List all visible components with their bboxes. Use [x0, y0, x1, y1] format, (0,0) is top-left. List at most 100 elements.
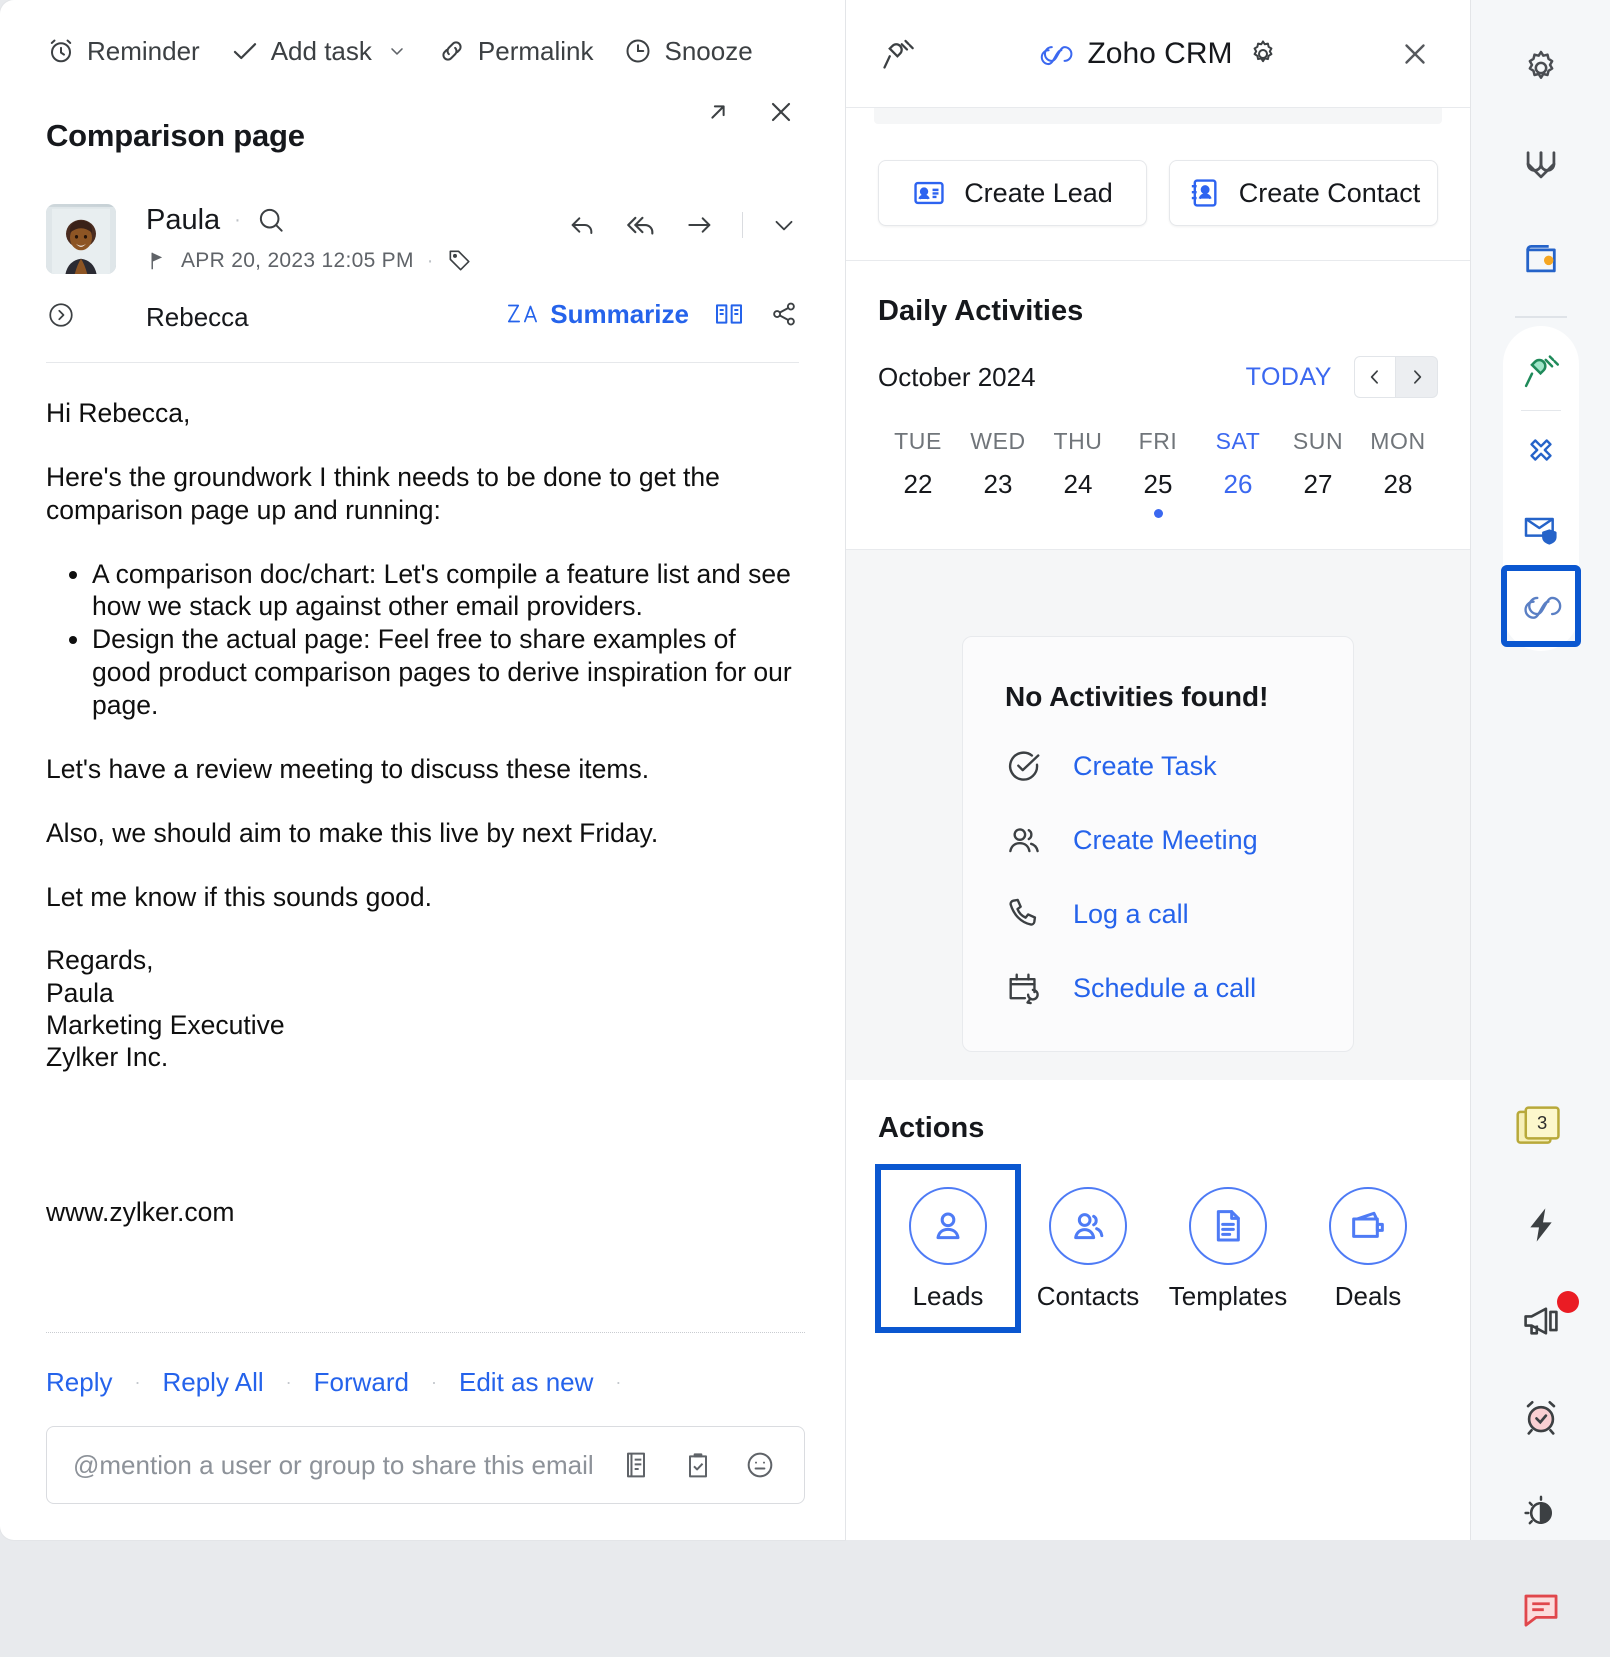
chevron-down-icon[interactable] — [769, 210, 799, 240]
calendar-day[interactable]: 27 — [1278, 469, 1358, 500]
reply-button[interactable]: Reply — [46, 1367, 112, 1398]
phone-icon — [1005, 895, 1043, 933]
email-toolbar: Reminder Add task Permalink Snooze — [0, 0, 845, 66]
mention-input-wrapper[interactable]: @mention a user or group to share this e… — [46, 1426, 805, 1504]
email-reading-pane: Reminder Add task Permalink Snooze Compa… — [0, 0, 845, 1540]
calendar-day[interactable]: 24 — [1038, 469, 1118, 500]
close-icon[interactable] — [1398, 37, 1432, 71]
emoji-icon[interactable] — [744, 1449, 776, 1481]
crm-link-icon — [1520, 589, 1562, 623]
activities-area: No Activities found! Create Task Create … — [846, 550, 1470, 1080]
divider — [46, 1332, 805, 1333]
calendar-day[interactable]: 25 — [1118, 469, 1198, 500]
search-icon[interactable] — [255, 204, 287, 236]
schedule-a-call-row[interactable]: Schedule a call — [1005, 969, 1353, 1007]
tag-icon[interactable] — [446, 248, 472, 274]
expand-icon[interactable] — [46, 300, 76, 330]
separator-dot: · — [134, 1372, 141, 1392]
create-meeting-label[interactable]: Create Meeting — [1073, 825, 1258, 856]
create-task-label[interactable]: Create Task — [1073, 751, 1217, 782]
sidebar-item-crm[interactable] — [1500, 565, 1581, 647]
calendar-day[interactable]: 22 — [878, 469, 958, 500]
clipboard-check-icon[interactable] — [682, 1449, 714, 1481]
sidebar-item-reminders[interactable] — [1471, 1369, 1610, 1465]
add-task-button[interactable]: Add task — [230, 36, 407, 67]
gear-icon[interactable] — [1247, 38, 1279, 70]
people-icon — [1005, 821, 1043, 859]
signature-title: Marketing Executive — [46, 1010, 285, 1041]
month-row: October 2024 TODAY — [878, 356, 1438, 398]
signature-website[interactable]: www.zylker.com — [46, 1196, 799, 1229]
message-date: APR 20, 2023 12:05 PM — [181, 249, 414, 272]
log-a-call-row[interactable]: Log a call — [1005, 895, 1353, 933]
weekday-label: WED — [970, 428, 1026, 454]
reminder-button[interactable]: Reminder — [46, 36, 200, 67]
action-deals-label: Deals — [1334, 1281, 1402, 1311]
dot-slot — [1198, 509, 1278, 519]
action-leads[interactable]: Leads — [875, 1164, 1021, 1333]
weekday-header: TUE WED THU FRI SAT SUN MON 22 23 24 25 … — [878, 428, 1438, 500]
summarize-button[interactable]: Summarize — [506, 299, 689, 330]
sidebar-item-chat[interactable] — [1471, 1561, 1610, 1657]
sidebar-item-announcements[interactable] — [1471, 1273, 1610, 1369]
forward-button[interactable]: Forward — [314, 1367, 409, 1398]
sidebar-item-flower[interactable] — [1503, 411, 1579, 489]
sidebar-item-bolt[interactable] — [1471, 1177, 1610, 1273]
check-icon — [230, 36, 260, 66]
calendar-day-selected[interactable]: 26 — [1198, 469, 1278, 500]
plug-icon[interactable] — [880, 36, 916, 72]
divider — [742, 212, 743, 238]
right-sidebar-rail: 3 — [1470, 0, 1610, 1627]
sidebar-item-wallet[interactable] — [1471, 212, 1610, 308]
calendar-day[interactable]: 23 — [958, 469, 1038, 500]
schedule-a-call-label[interactable]: Schedule a call — [1073, 973, 1256, 1004]
reply-all-button[interactable]: Reply All — [162, 1367, 263, 1398]
log-a-call-label[interactable]: Log a call — [1073, 899, 1189, 930]
reply-icon[interactable] — [566, 209, 598, 241]
snooze-label: Snooze — [664, 35, 753, 66]
share-icon[interactable] — [769, 299, 799, 329]
sidebar-item-notes[interactable]: 3 — [1471, 1081, 1610, 1177]
edit-as-new-button[interactable]: Edit as new — [459, 1367, 593, 1398]
document-icon — [1189, 1187, 1267, 1265]
signature-signoff: Regards, — [46, 945, 154, 976]
actions-section: Actions Leads Contacts Templates Deals — [846, 1080, 1470, 1333]
action-leads-label: Leads — [912, 1281, 984, 1311]
contact-book-icon — [1187, 176, 1221, 210]
reply-all-icon[interactable] — [624, 208, 658, 242]
action-deals[interactable]: Deals — [1298, 1167, 1438, 1330]
email-body: Hi Rebecca, Here's the groundwork I thin… — [46, 397, 799, 1229]
sidebar-item-clip[interactable] — [1471, 116, 1610, 212]
chevron-right-icon[interactable] — [1396, 356, 1438, 398]
sidebar-item-settings[interactable] — [1471, 20, 1610, 116]
popout-icon[interactable] — [703, 97, 733, 127]
read-icon[interactable] — [713, 298, 745, 330]
alarm-clock-icon — [46, 36, 76, 66]
body-greeting: Hi Rebecca, — [46, 398, 191, 428]
sidebar-item-plugin[interactable] — [1503, 332, 1579, 410]
sidebar-item-theme[interactable] — [1471, 1465, 1610, 1561]
action-templates[interactable]: Templates — [1158, 1167, 1298, 1330]
plug-green-icon — [1522, 352, 1560, 390]
chevron-left-icon[interactable] — [1354, 356, 1396, 398]
forward-icon[interactable] — [684, 209, 716, 241]
calendar-day[interactable]: 28 — [1358, 469, 1438, 500]
create-meeting-row[interactable]: Create Meeting — [1005, 821, 1353, 859]
snooze-button[interactable]: Snooze — [623, 35, 753, 67]
permalink-button[interactable]: Permalink — [437, 35, 594, 67]
mention-input[interactable]: @mention a user or group to share this e… — [73, 1450, 620, 1481]
create-task-row[interactable]: Create Task — [1005, 747, 1353, 785]
weekday-label: TUE — [894, 428, 942, 454]
permalink-label: Permalink — [477, 35, 594, 66]
month-label: October 2024 — [878, 361, 1036, 392]
chevron-down-icon[interactable] — [387, 41, 407, 61]
create-lead-button[interactable]: Create Lead — [878, 160, 1147, 226]
create-contact-button[interactable]: Create Contact — [1169, 160, 1438, 226]
today-button[interactable]: TODAY — [1246, 363, 1332, 392]
zoho-crm-panel: Zoho CRM Create Lead Create Contact Dail… — [845, 0, 1470, 1540]
sidebar-item-secure-mail[interactable] — [1503, 489, 1579, 567]
action-contacts[interactable]: Contacts — [1018, 1167, 1158, 1330]
actions-title: Actions — [878, 1112, 985, 1144]
note-icon[interactable] — [620, 1449, 652, 1481]
close-icon[interactable] — [765, 96, 797, 128]
